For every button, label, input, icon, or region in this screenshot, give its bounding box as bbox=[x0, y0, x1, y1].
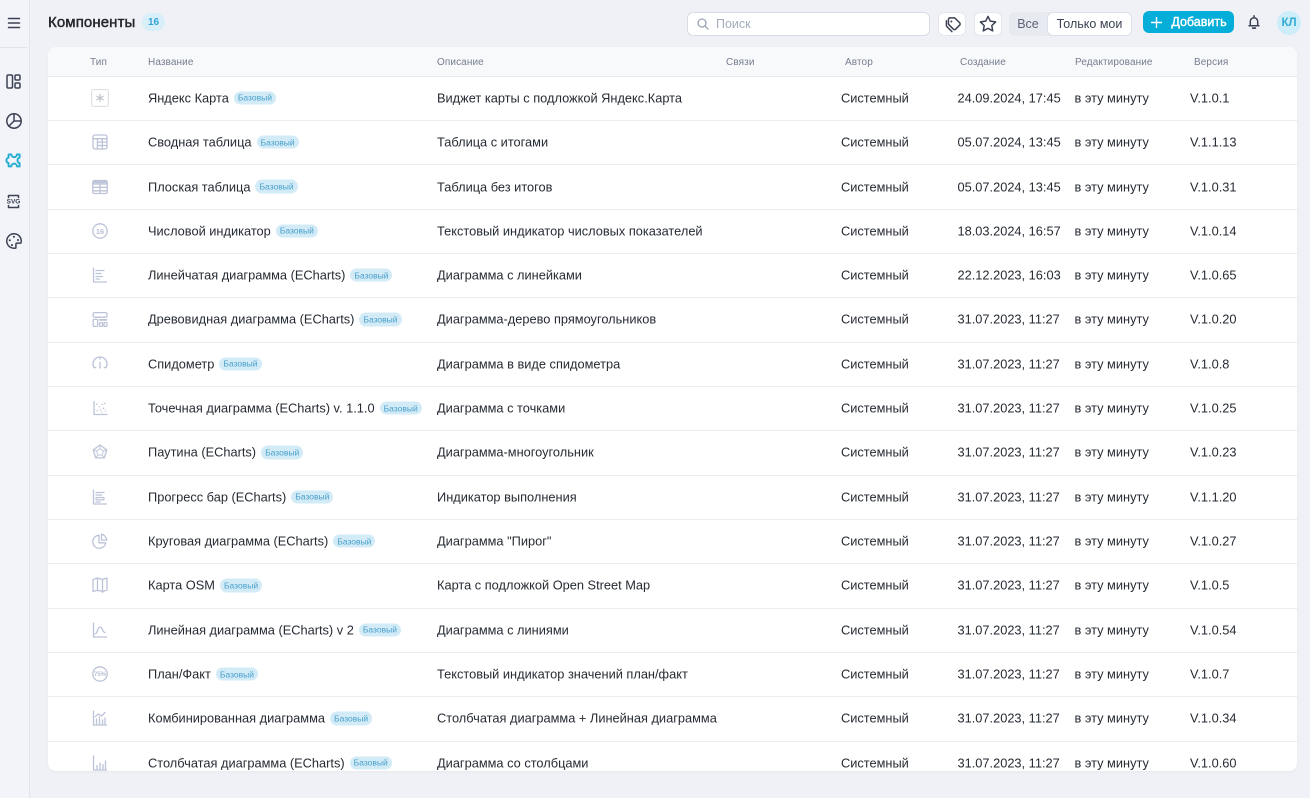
svg-text:SVG: SVG bbox=[7, 198, 21, 205]
svg-text:75%: 75% bbox=[93, 672, 106, 678]
svg-text:16: 16 bbox=[95, 227, 103, 236]
